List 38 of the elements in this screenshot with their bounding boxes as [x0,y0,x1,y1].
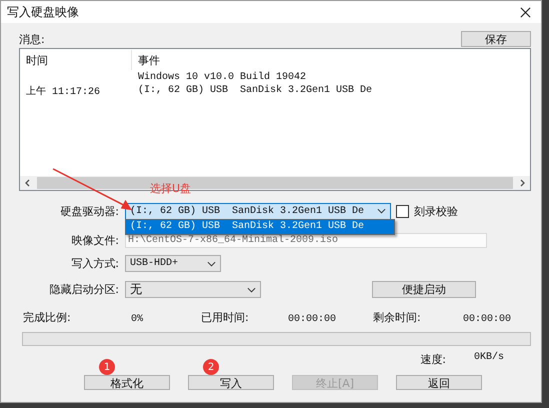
stat-label: 已用时间: [201,310,250,325]
close-icon[interactable] [520,6,531,18]
caret-icon [207,260,216,266]
quick-boot-button[interactable]: 便捷启动 [372,281,476,298]
action-button[interactable]: 返回 [396,375,482,390]
stat-value: 00:00:00 [288,314,338,325]
image-file-label: 映像文件: [70,233,120,248]
stat-value: 00:00:00 [463,314,512,325]
dropdown-option[interactable]: (I:, 62 GB) USB SanDisk 3.2Gen1 USB De [126,220,394,234]
event-cell-text: Windows 10 v10.0 Build 19042 [137,72,306,83]
save-button[interactable]: 保存 [461,31,531,47]
drive-label: 硬盘驱动器: [59,204,120,218]
caret-icon [377,208,386,214]
checkbox-label[interactable]: 刻录校验 [414,204,458,218]
event-cell-text: (I:, 62 GB) USB SanDisk 3.2Gen1 USB De [137,85,372,96]
checkbox[interactable] [396,204,409,218]
column-header[interactable]: 时间 [26,52,131,68]
caret-icon [247,286,256,292]
messages-label: 消息: [19,32,45,47]
stat-label: 剩余时间: [373,310,422,325]
column-header[interactable]: 事件 [131,50,160,70]
speed-label: 速度: [420,352,446,367]
time-cell: 上午 11:17:26 [26,87,100,98]
window-title: 写入硬盘映像 [7,4,79,20]
scroll-right-icon[interactable] [518,179,526,187]
stat-value: 0% [130,314,144,325]
stat-label: 完成比例: [23,310,72,325]
action-button[interactable]: 写入 [188,375,274,390]
step-badge: 2 [203,359,219,375]
action-button[interactable]: 格式化 [84,375,170,390]
scroll-left-icon[interactable] [24,179,32,187]
step-badge: 1 [99,359,115,375]
write-mode-dropdown[interactable]: USB-HDD+ [125,255,221,272]
annotation-text: 选择U盘 [150,181,192,196]
write-mode-label: 写入方式: [70,256,120,271]
hidden-partition-label: 隐藏启动分区: [48,282,120,297]
hidden-partition-dropdown[interactable]: 无 [125,281,261,298]
speed-value: 0KB/s [474,352,504,365]
